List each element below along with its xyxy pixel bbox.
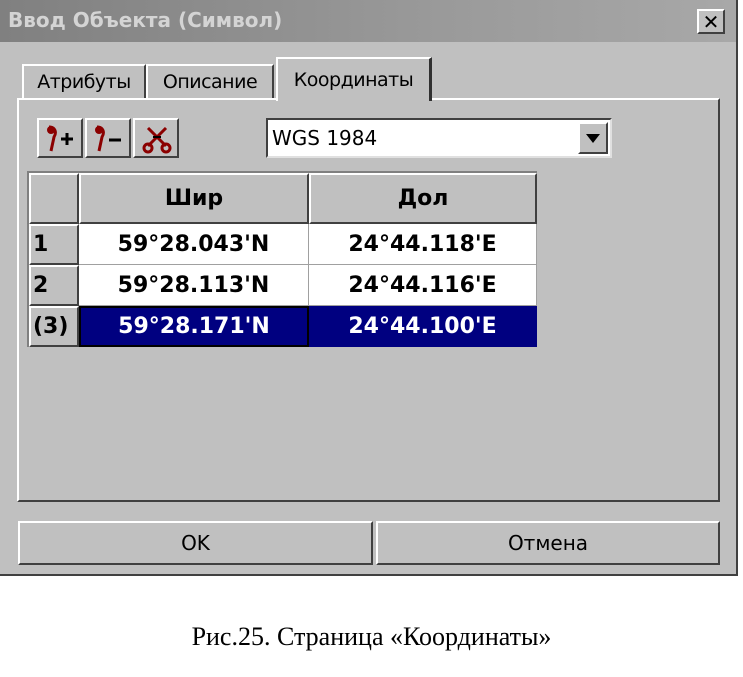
row-index: 2 xyxy=(33,273,49,298)
row-header[interactable]: 1 xyxy=(29,224,79,265)
column-header-label: Дол xyxy=(397,186,449,211)
row-index: (3) xyxy=(33,314,69,339)
latitude-value: 59°28.043'N xyxy=(117,231,270,257)
longitude-value: 24°44.100'E xyxy=(348,313,497,339)
figure-caption: Рис.25. Страница «Координаты» xyxy=(191,622,552,651)
cancel-button[interactable]: Отмена xyxy=(376,521,720,565)
add-point-button[interactable] xyxy=(37,118,83,158)
grid-corner xyxy=(29,173,79,224)
column-header-lat[interactable]: Шир xyxy=(79,173,309,224)
close-icon: ✕ xyxy=(702,9,720,34)
grid-cell-lat[interactable]: 59°28.113'N xyxy=(79,265,309,306)
chevron-down-icon xyxy=(586,133,600,143)
cut-points-icon xyxy=(142,126,172,154)
row-header[interactable]: 2 xyxy=(29,265,79,306)
tab-label: Описание xyxy=(162,71,258,93)
ok-button-label: OK xyxy=(181,531,210,555)
grid-cell-lon[interactable]: 24°44.116'E xyxy=(309,265,537,306)
tab-coordinates[interactable]: Координаты xyxy=(276,57,432,101)
grid-cell-lon[interactable]: 24°44.118'E xyxy=(309,224,537,265)
tab-attributes[interactable]: Атрибуты xyxy=(22,64,146,98)
latitude-value: 59°28.113'N xyxy=(117,272,270,298)
datum-value: WGS 1984 xyxy=(272,126,378,150)
datum-select[interactable]: WGS 1984 xyxy=(266,118,612,158)
tab-label: Атрибуты xyxy=(37,71,131,93)
close-button[interactable]: ✕ xyxy=(697,9,725,34)
tab-label: Координаты xyxy=(293,69,414,91)
longitude-value: 24°44.118'E xyxy=(348,231,497,257)
row-index: 1 xyxy=(33,232,49,257)
latitude-value: 59°28.171'N xyxy=(118,314,270,339)
points-toolbar xyxy=(37,118,181,158)
cut-points-button[interactable] xyxy=(133,118,179,158)
grid-cell-lon-selected[interactable]: 24°44.100'E xyxy=(309,306,537,347)
column-header-lon[interactable]: Дол xyxy=(309,173,537,224)
row-header[interactable]: (3) xyxy=(29,306,79,347)
column-header-label: Шир xyxy=(164,186,224,211)
tab-description[interactable]: Описание xyxy=(146,64,274,98)
longitude-value: 24°44.116'E xyxy=(348,272,497,298)
ok-button[interactable]: OK xyxy=(18,521,373,565)
coordinates-dialog: Ввод Объекта (Символ) ✕ Атрибуты Описани… xyxy=(0,0,738,576)
grid-cell-lat[interactable]: 59°28.043'N xyxy=(79,224,309,265)
title-bar[interactable]: Ввод Объекта (Символ) ✕ xyxy=(0,0,736,42)
datum-dropdown-button[interactable] xyxy=(578,122,608,154)
add-point-icon xyxy=(47,125,73,152)
window-title: Ввод Объекта (Символ) xyxy=(8,8,283,32)
cancel-button-label: Отмена xyxy=(507,531,589,555)
coordinates-grid: Шир Дол 1 59°28.043'N 24°44.118'E 2 59°2… xyxy=(27,171,537,347)
grid-cell-lat-selected[interactable]: 59°28.171'N xyxy=(79,306,309,347)
remove-point-icon xyxy=(95,125,121,152)
remove-point-button[interactable] xyxy=(85,118,131,158)
